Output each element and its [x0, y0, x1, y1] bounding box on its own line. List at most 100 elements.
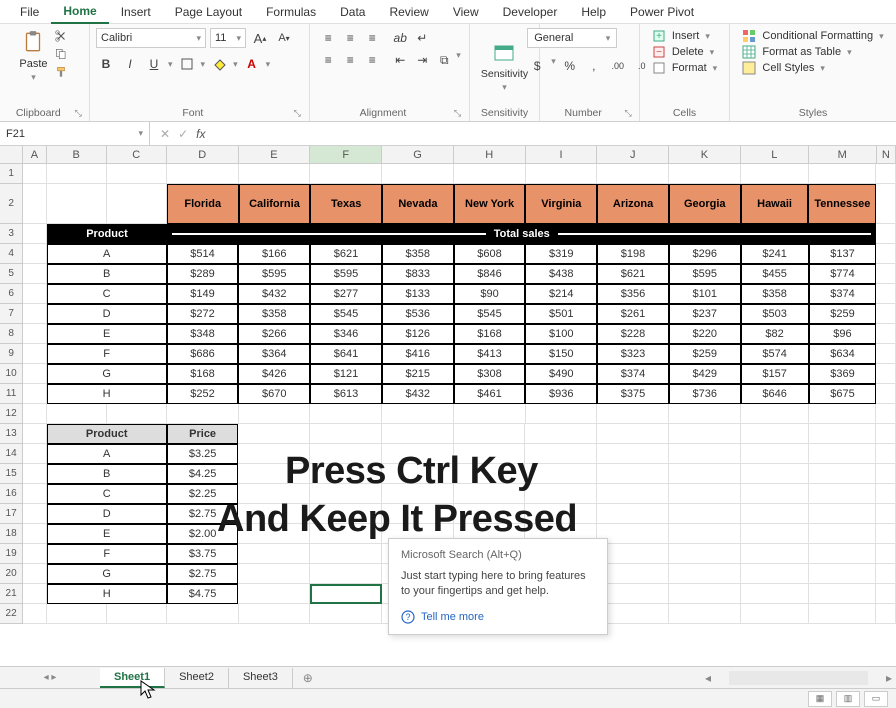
italic-button[interactable]: I — [120, 54, 140, 74]
number-format-select[interactable]: General▾ — [527, 28, 617, 48]
cell-D6[interactable]: $149 — [167, 284, 239, 304]
cell-H1[interactable] — [454, 164, 526, 184]
cell-G7[interactable]: $536 — [382, 304, 454, 324]
cell-E12[interactable] — [239, 404, 311, 424]
cell-K15[interactable] — [669, 464, 741, 484]
cell-B12[interactable] — [47, 404, 107, 424]
col-header-J[interactable]: J — [597, 146, 669, 163]
cell-E22[interactable] — [239, 604, 311, 624]
cell-K14[interactable] — [669, 444, 741, 464]
cell-I7[interactable]: $501 — [525, 304, 597, 324]
cell-D3[interactable]: Total sales — [167, 224, 876, 244]
cell-F4[interactable]: $621 — [310, 244, 382, 264]
cell-B10[interactable]: G — [47, 364, 167, 384]
cell-E15[interactable] — [238, 464, 310, 484]
align-middle-icon[interactable]: ≡ — [340, 28, 360, 48]
cell-F6[interactable]: $277 — [310, 284, 382, 304]
cell-D17[interactable]: $2.75 — [167, 504, 239, 524]
cell-K8[interactable]: $220 — [669, 324, 741, 344]
cell-J8[interactable]: $228 — [597, 324, 669, 344]
menu-file[interactable]: File — [8, 1, 51, 23]
cell-D18[interactable]: $2.00 — [167, 524, 239, 544]
insert-button[interactable]: +Insert▾ — [648, 28, 721, 44]
cell-H9[interactable]: $413 — [454, 344, 526, 364]
cell-E20[interactable] — [238, 564, 310, 584]
conditional-formatting-button[interactable]: Conditional Formatting▾ — [738, 28, 887, 44]
cell-B1[interactable] — [47, 164, 107, 184]
col-header-M[interactable]: M — [809, 146, 877, 163]
cell-K19[interactable] — [669, 544, 741, 564]
cell-M2[interactable]: Tennessee — [808, 184, 876, 224]
cell-H14[interactable] — [454, 444, 526, 464]
menu-home[interactable]: Home — [51, 0, 108, 24]
paste-button[interactable]: Paste ▾ — [19, 28, 47, 105]
cell-L2[interactable]: Hawaii — [741, 184, 809, 224]
cell-I5[interactable]: $438 — [525, 264, 597, 284]
col-header-G[interactable]: G — [382, 146, 454, 163]
menu-formulas[interactable]: Formulas — [254, 1, 328, 23]
cell-M13[interactable] — [809, 424, 877, 444]
cell-F2[interactable]: Texas — [310, 184, 382, 224]
font-color-button[interactable]: A — [242, 54, 262, 74]
cell-I1[interactable] — [526, 164, 598, 184]
cell-N13[interactable] — [876, 424, 896, 444]
col-header-I[interactable]: I — [526, 146, 598, 163]
cell-M10[interactable]: $369 — [809, 364, 877, 384]
cell-F11[interactable]: $613 — [310, 384, 382, 404]
cell-E21[interactable] — [238, 584, 310, 604]
cell-A12[interactable] — [23, 404, 46, 424]
cell-A4[interactable] — [23, 244, 46, 264]
cell-N9[interactable] — [876, 344, 896, 364]
cell-E7[interactable]: $358 — [238, 304, 310, 324]
cell-M21[interactable] — [809, 584, 877, 604]
cell-L6[interactable]: $358 — [741, 284, 809, 304]
cell-G2[interactable]: Nevada — [382, 184, 454, 224]
cell-E18[interactable] — [238, 524, 310, 544]
page-layout-view-icon[interactable]: ▥ — [836, 691, 860, 707]
cell-N12[interactable] — [876, 404, 896, 424]
cell-I6[interactable]: $214 — [525, 284, 597, 304]
cell-J4[interactable]: $198 — [597, 244, 669, 264]
cell-E8[interactable]: $266 — [238, 324, 310, 344]
cell-K16[interactable] — [669, 484, 741, 504]
cell-M9[interactable]: $634 — [809, 344, 877, 364]
cell-L13[interactable] — [741, 424, 809, 444]
cell-C2[interactable] — [107, 184, 167, 224]
cell-K6[interactable]: $101 — [669, 284, 741, 304]
cancel-formula-icon[interactable]: ✕ — [160, 127, 170, 141]
cell-D10[interactable]: $168 — [167, 364, 239, 384]
cell-M11[interactable]: $675 — [809, 384, 877, 404]
cell-styles-button[interactable]: Cell Styles▾ — [738, 60, 887, 76]
select-all-cell[interactable] — [0, 146, 23, 163]
cell-G14[interactable] — [382, 444, 454, 464]
cell-C1[interactable] — [107, 164, 167, 184]
cell-D20[interactable]: $2.75 — [167, 564, 239, 584]
cell-M6[interactable]: $374 — [809, 284, 877, 304]
cell-C12[interactable] — [107, 404, 167, 424]
row-header-22[interactable]: 22 — [0, 604, 23, 624]
cell-H10[interactable]: $308 — [454, 364, 526, 384]
menu-insert[interactable]: Insert — [109, 1, 163, 23]
cell-N20[interactable] — [876, 564, 896, 584]
orientation-icon[interactable]: ab — [390, 28, 410, 48]
cell-E16[interactable] — [238, 484, 310, 504]
cell-D2[interactable]: Florida — [167, 184, 239, 224]
cell-L14[interactable] — [741, 444, 809, 464]
cell-G16[interactable] — [382, 484, 454, 504]
cell-N21[interactable] — [876, 584, 896, 604]
cell-B16[interactable]: C — [47, 484, 167, 504]
cell-A7[interactable] — [23, 304, 46, 324]
tell-me-more-link[interactable]: ? Tell me more — [401, 610, 595, 624]
formula-input[interactable] — [215, 122, 896, 145]
cell-L20[interactable] — [741, 564, 809, 584]
cell-M19[interactable] — [809, 544, 877, 564]
cell-H6[interactable]: $90 — [454, 284, 526, 304]
cell-M22[interactable] — [809, 604, 877, 624]
page-break-view-icon[interactable]: ▭ — [864, 691, 888, 707]
row-header-18[interactable]: 18 — [0, 524, 23, 544]
cut-icon[interactable] — [52, 28, 70, 44]
cell-A8[interactable] — [23, 324, 46, 344]
format-button[interactable]: Format▾ — [648, 60, 721, 76]
decrease-indent-icon[interactable]: ⇤ — [390, 50, 410, 70]
cell-I14[interactable] — [525, 444, 597, 464]
